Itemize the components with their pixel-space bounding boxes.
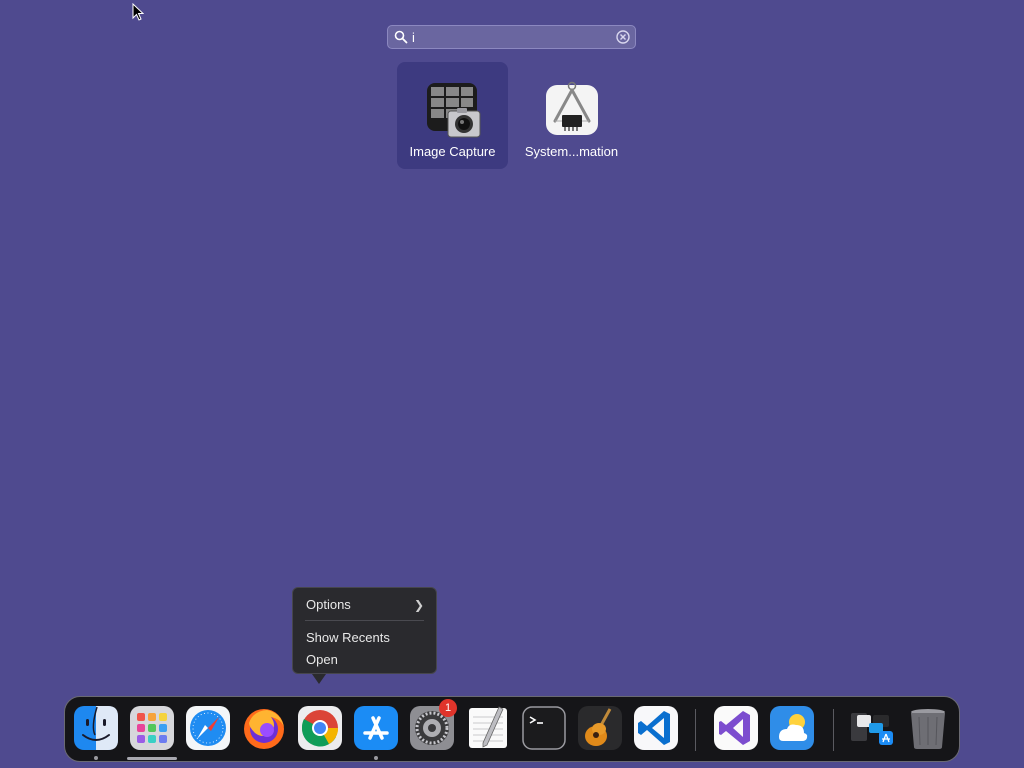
search-input[interactable] [412, 28, 602, 46]
menu-item-open[interactable]: Open [306, 650, 426, 670]
menu-item-label: Show Recents [306, 630, 390, 645]
dock-terminal[interactable] [521, 705, 567, 751]
dock-safari[interactable] [185, 705, 231, 751]
dock-weather[interactable] [769, 705, 815, 751]
visual-studio-icon [714, 706, 758, 750]
chevron-right-icon: ❯ [413, 598, 424, 612]
dock-garageband[interactable] [577, 705, 623, 751]
running-indicator [94, 756, 98, 760]
dock-firefox[interactable] [241, 705, 287, 751]
app-store-icon [354, 706, 398, 750]
finder-icon [74, 706, 118, 750]
trash-icon [911, 709, 945, 749]
result-label: System...mation [524, 144, 619, 159]
notification-badge: 1 [439, 699, 457, 717]
dock-trash[interactable] [905, 705, 951, 751]
dock-visual-studio[interactable] [713, 705, 759, 751]
running-indicator [374, 756, 378, 760]
dock-vscode[interactable] [633, 705, 679, 751]
dock-chrome[interactable] [297, 705, 343, 751]
result-label: Image Capture [409, 144, 496, 159]
dock-app-store[interactable] [353, 705, 399, 751]
garageband-icon [578, 706, 622, 750]
terminal-icon [522, 706, 566, 750]
system-information-icon [546, 81, 598, 135]
result-system-information[interactable]: System...mation [516, 62, 627, 169]
dock-textedit[interactable] [465, 705, 511, 751]
result-image-capture[interactable]: Image Capture [397, 62, 508, 169]
launchpad-icon [130, 706, 174, 750]
dock-finder[interactable] [73, 705, 119, 751]
dock-system-settings[interactable]: 1 [409, 699, 457, 751]
stack-icon [851, 713, 893, 745]
menu-separator [305, 620, 424, 621]
menu-pointer [312, 674, 326, 684]
menu-item-options[interactable]: Options ❯ [306, 595, 426, 615]
mouse-cursor-icon [132, 3, 144, 21]
clear-search-icon[interactable] [616, 30, 630, 44]
safari-icon [186, 706, 230, 750]
weather-icon [770, 706, 814, 750]
dock-launchpad[interactable] [129, 705, 175, 751]
dock-divider [695, 709, 696, 751]
dock-divider [833, 709, 834, 751]
dock-context-menu: Options ❯ Show Recents Open [292, 587, 437, 674]
firefox-icon [244, 709, 284, 749]
image-capture-icon [427, 83, 481, 138]
search-icon [394, 30, 408, 44]
dock-applications-stack[interactable] [849, 705, 895, 751]
menu-item-label: Open [306, 652, 338, 667]
menu-item-show-recents[interactable]: Show Recents [306, 628, 426, 648]
dock: 1 [64, 696, 960, 762]
textedit-icon [469, 706, 507, 748]
active-indicator [127, 757, 177, 760]
vscode-icon [634, 706, 678, 750]
menu-item-label: Options [306, 597, 351, 612]
chrome-icon [298, 706, 342, 750]
launchpad-search-field[interactable] [387, 25, 636, 49]
